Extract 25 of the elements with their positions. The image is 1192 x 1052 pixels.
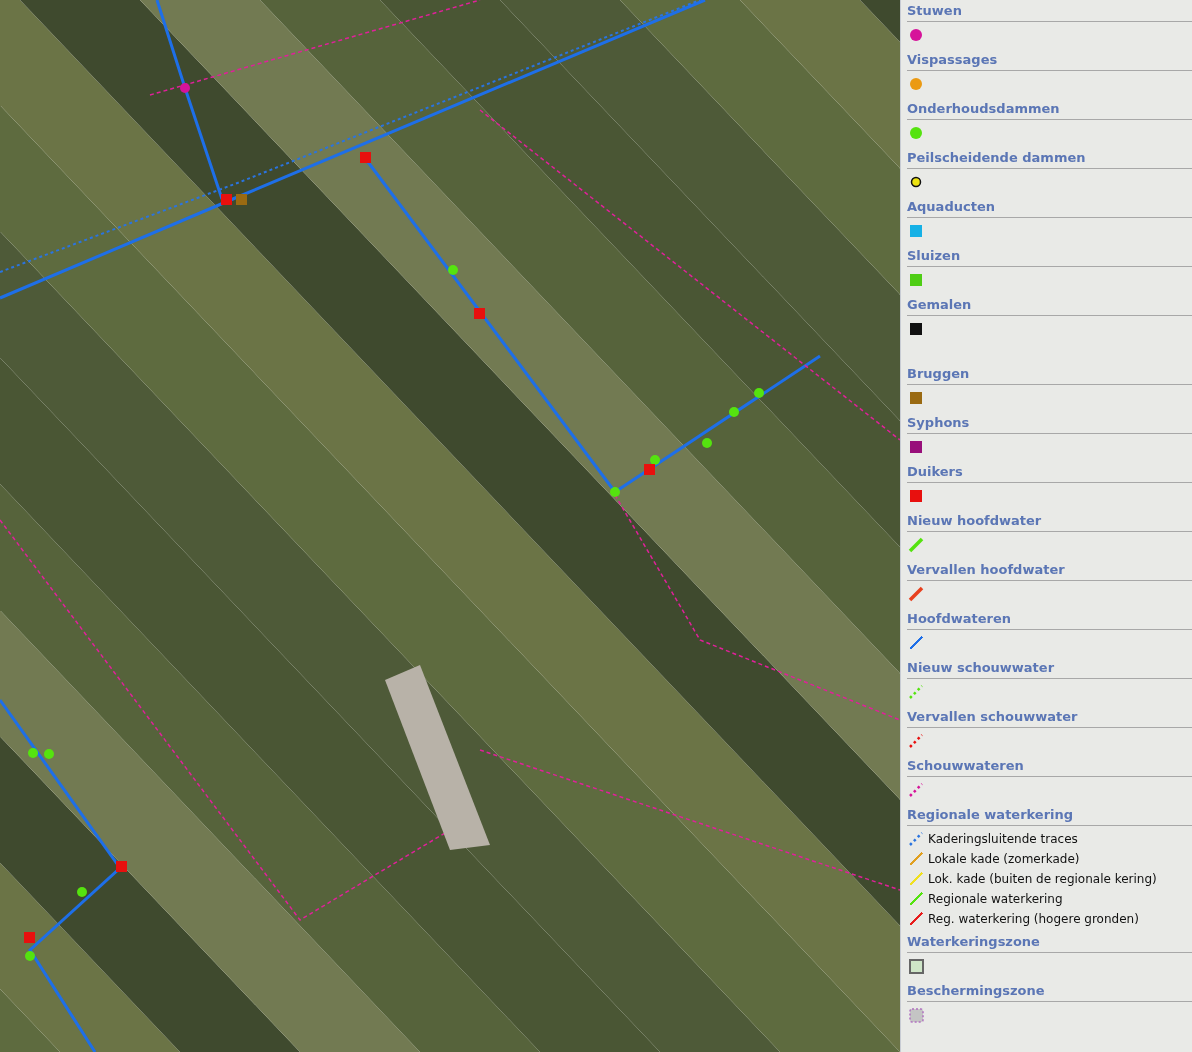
legend-label: Lokale kade (zomerkade): [928, 852, 1080, 866]
legend-heading: Vervallen hoofdwater: [907, 557, 1192, 581]
aerial-map-drawing[interactable]: [0, 0, 900, 1052]
legend-heading: Syphons: [907, 410, 1192, 434]
legend-heading: Bruggen: [907, 361, 1192, 385]
legend-heading: Schouwwateren: [907, 753, 1192, 777]
legend-heading: Vispassages: [907, 47, 1192, 71]
legend-heading: Onderhoudsdammen: [907, 96, 1192, 120]
legend-heading: Aquaducten: [907, 194, 1192, 218]
legend-label: Kaderingsluitende traces: [928, 832, 1078, 846]
legend-label: Lok. kade (buiten de regionale kering): [928, 872, 1157, 886]
legend-heading: Stuwen: [907, 0, 1192, 22]
legend-heading: Nieuw hoofdwater: [907, 508, 1192, 532]
legend-heading: Sluizen: [907, 243, 1192, 267]
legend-heading: Waterkeringszone: [907, 929, 1192, 953]
legend-heading: Vervallen schouwwater: [907, 704, 1192, 728]
legend-heading: Beschermingszone: [907, 978, 1192, 1002]
legend-label: Regionale waterkering: [928, 892, 1063, 906]
legend-heading: Duikers: [907, 459, 1192, 483]
legend-heading: Peilscheidende dammen: [907, 145, 1192, 169]
legend-heading: Regionale waterkering: [907, 802, 1192, 826]
legend-label: Reg. waterkering (hogere gronden): [928, 912, 1139, 926]
legend-heading: Hoofdwateren: [907, 606, 1192, 630]
legend-heading: Gemalen: [907, 292, 1192, 316]
legend-heading: Nieuw schouwwater: [907, 655, 1192, 679]
